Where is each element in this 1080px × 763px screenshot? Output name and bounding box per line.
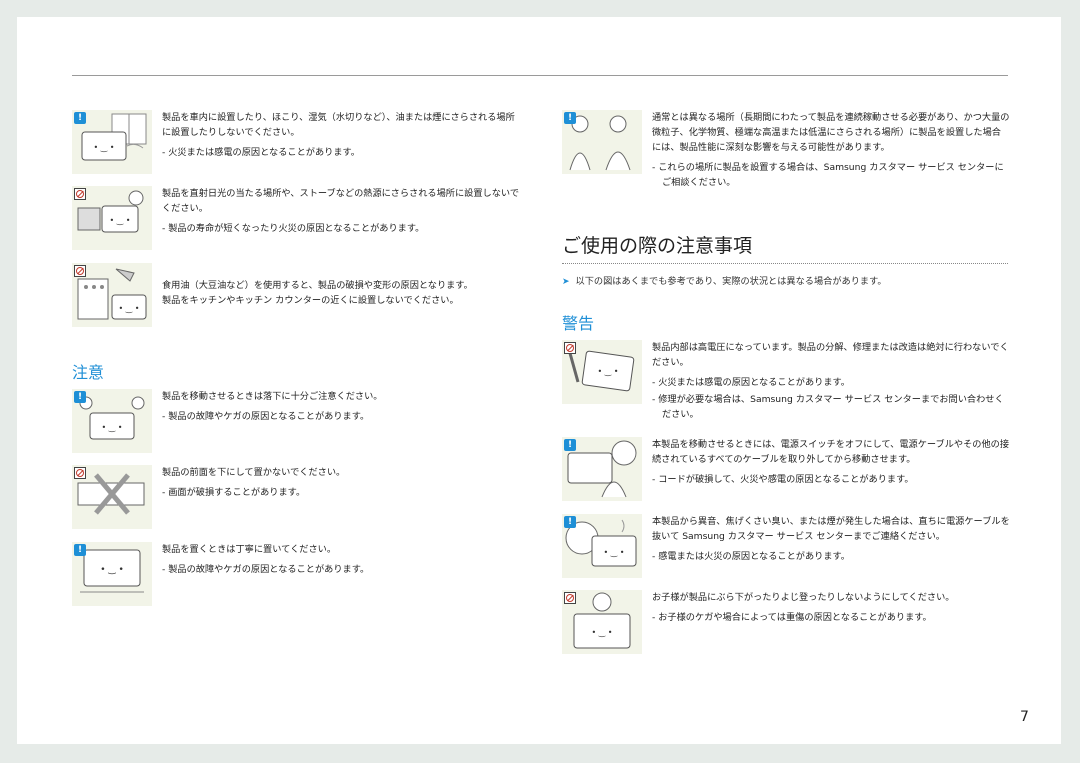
item-note: - お子様のケガや場合によっては重傷の原因となることがあります。: [652, 612, 932, 623]
item-text: 製品を車内に設置したり、ほこり、湿気（水切りなど）、油または煙にさらされる場所に…: [162, 112, 515, 138]
item-text: 製品を直射日光の当たる場所や、ストーブなどの熱源にさらされる場所に設置しないでく…: [162, 188, 520, 214]
warning-heading: 警告: [562, 314, 595, 333]
item-text: 製品を置くときは丁寧に置いてください。: [162, 544, 337, 555]
prohibited-icon: [74, 188, 86, 200]
item-text: 食用油（大豆油など）を使用すると、製品の破損や変形の原因となります。 製品をキッ…: [162, 280, 473, 306]
info-icon: !: [74, 391, 86, 403]
info-icon: !: [564, 516, 576, 528]
page-number: 7: [1020, 709, 1029, 725]
item-text: 製品の前面を下にして置かないでください。: [162, 467, 346, 478]
section-title: ご使用の際の注意事項: [562, 231, 1008, 264]
prohibited-icon: [564, 342, 576, 354]
item-text: 通常とは異なる場所（長期間にわたって製品を連続稼動させる必要があり、かつ大量の微…: [652, 112, 1010, 153]
prohibited-icon: [74, 467, 86, 479]
svg-text:• ‿ •: • ‿ •: [110, 216, 131, 225]
item-text: 製品を移動させるときは落下に十分ご注意ください。: [162, 391, 383, 402]
arrow-icon: ➤: [562, 277, 570, 287]
item-note: - 修理が必要な場合は、Samsung カスタマー サービス センターまでお問い…: [652, 394, 1004, 420]
intro-note: ➤ 以下の図はあくまでも参考であり、実際の状況とは異なる場合があります。: [562, 273, 887, 287]
item-note: - コードが破損して、火災や感電の原因となることがあります。: [652, 474, 914, 485]
item-note: - これらの場所に製品を設置する場合は、Samsung カスタマー サービス セ…: [652, 162, 1004, 188]
svg-text:• ‿ •: • ‿ •: [592, 628, 613, 637]
item-text: お子様が製品にぶら下がったりよじ登ったりしないようにしてください。: [652, 592, 955, 603]
prohibited-icon: [74, 265, 86, 277]
info-icon: !: [564, 439, 576, 451]
prohibited-icon: [564, 592, 576, 604]
item-text: 本製品から異音、焦げくさい臭い、または煙が発生した場合は、直ちに電源ケーブルを抜…: [652, 516, 1010, 542]
header-rule: [72, 75, 1008, 76]
item-note: - 製品の故障やケガの原因となることがあります。: [162, 564, 370, 575]
svg-text:• ‿ •: • ‿ •: [94, 143, 115, 152]
caution-heading: 注意: [72, 363, 105, 382]
item-text: 本製品を移動させるときには、電源スイッチをオフにして、電源ケーブルやその他の接続…: [652, 439, 1010, 465]
info-icon: !: [74, 544, 86, 556]
info-icon: !: [74, 112, 86, 124]
item-note: - 画面が破損することがあります。: [162, 487, 306, 498]
intro-text: 以下の図はあくまでも参考であり、実際の状況とは異なる場合があります。: [575, 276, 887, 287]
svg-text:• ‿ •: • ‿ •: [100, 565, 124, 575]
item-note: - 製品の故障やケガの原因となることがあります。: [162, 411, 370, 422]
item-text: 製品内部は高電圧になっています。製品の分解、修理または改造は絶対に行わないでくだ…: [652, 342, 1009, 368]
info-icon: !: [564, 112, 576, 124]
svg-text:• ‿ •: • ‿ •: [102, 423, 123, 432]
item-note: - 製品の寿命が短くなったり火災の原因となることがあります。: [162, 223, 425, 234]
svg-text:• ‿ •: • ‿ •: [604, 548, 625, 557]
svg-text:• ‿ •: • ‿ •: [119, 304, 140, 313]
item-note: - 感電または火災の原因となることがあります。: [652, 551, 850, 562]
manual-page: • ‿ • ! 製品を車内に設置したり、ほこり、湿気（水切りなど）、油または煙に…: [17, 17, 1061, 744]
svg-text:• ‿ •: • ‿ •: [598, 367, 619, 376]
item-note: - 火災または感電の原因となることがあります。: [652, 377, 850, 388]
item-note: - 火災または感電の原因となることがあります。: [162, 147, 360, 158]
